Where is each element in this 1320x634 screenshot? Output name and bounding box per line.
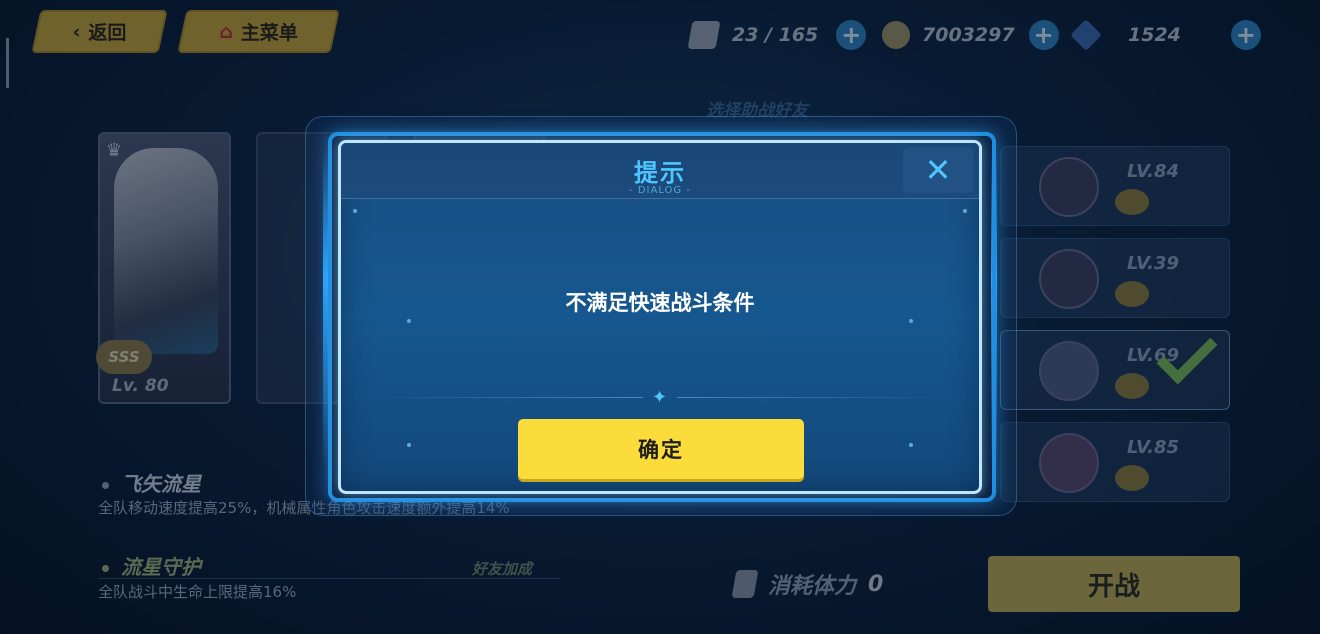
corner-dot bbox=[909, 319, 913, 323]
corner-dot bbox=[407, 443, 411, 447]
divider-left bbox=[363, 397, 643, 398]
star-icon: ✦ bbox=[652, 387, 668, 408]
corner-dot bbox=[353, 209, 357, 213]
dialog: 提示 - DIALOG - ✕ 不满足快速战斗条件 ✦ 确定 bbox=[338, 140, 982, 494]
corner-dot bbox=[909, 443, 913, 447]
dialog-header: 提示 - DIALOG - ✕ bbox=[341, 143, 979, 199]
confirm-button[interactable]: 确定 bbox=[518, 419, 804, 479]
dialog-title: 提示 bbox=[634, 159, 686, 187]
corner-dot bbox=[407, 319, 411, 323]
dialog-subtitle: - DIALOG - bbox=[629, 185, 691, 196]
close-icon[interactable]: ✕ bbox=[903, 147, 973, 193]
dialog-message: 不满足快速战斗条件 bbox=[565, 291, 755, 315]
divider-right bbox=[677, 397, 957, 398]
corner-dot bbox=[963, 209, 967, 213]
